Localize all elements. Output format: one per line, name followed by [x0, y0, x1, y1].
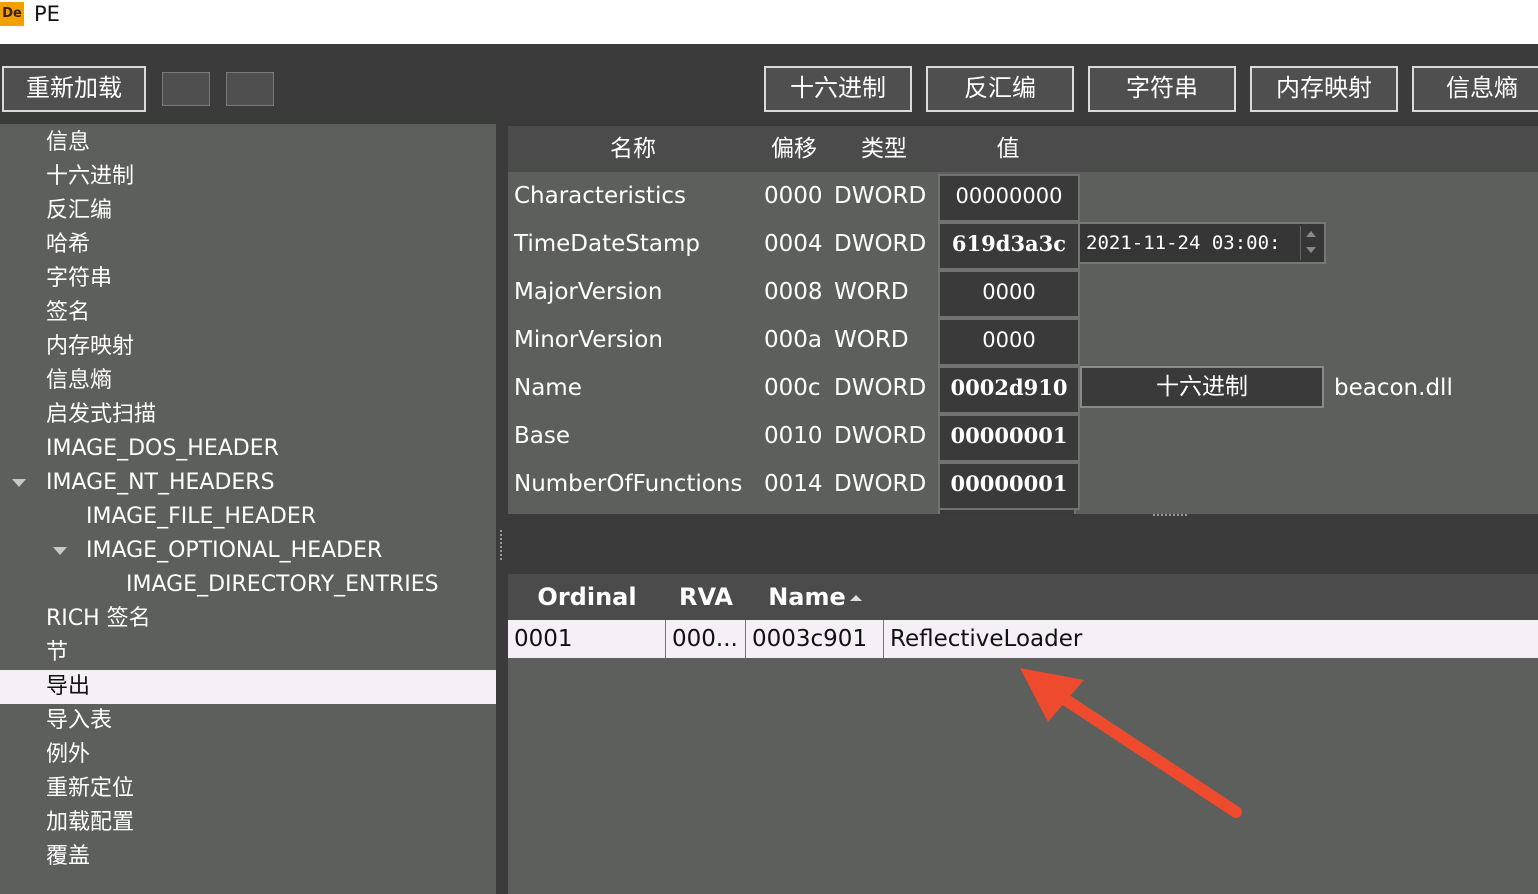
- annotation-arrow-icon: [1020, 668, 1242, 818]
- arrow-shaft: [1060, 694, 1242, 818]
- arrow-head: [1020, 668, 1084, 722]
